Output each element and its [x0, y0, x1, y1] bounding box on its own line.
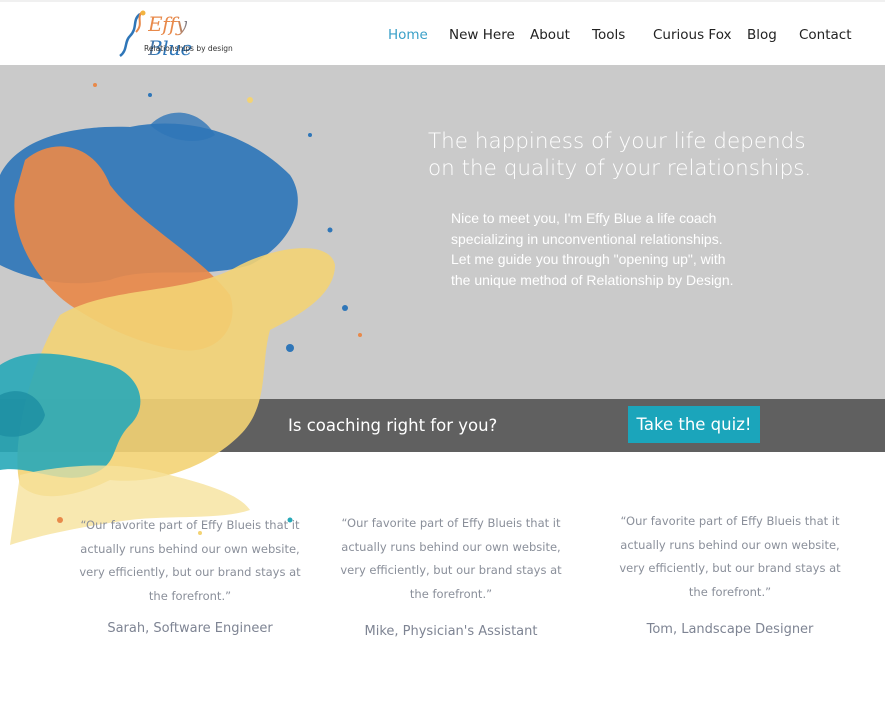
- quote-line: very efficiently, but our brand stays at: [79, 565, 301, 579]
- take-quiz-button[interactable]: Take the quiz!: [628, 406, 760, 443]
- headline-line: on the quality of your relationships.: [428, 156, 812, 181]
- site-header: Effy Blue Relationships by design Home N…: [0, 0, 885, 65]
- nav-home[interactable]: Home: [388, 27, 428, 43]
- quote-line: the forefront.”: [688, 584, 772, 599]
- watercolor-splash-image: [0, 83, 362, 545]
- nav-curious-fox[interactable]: Curious Fox: [653, 27, 732, 43]
- testimonial-author: Tom, Landscape Designer: [646, 622, 814, 637]
- nav-new-here[interactable]: New Here: [449, 27, 515, 43]
- intro-line: the unique method of Relationship by Des…: [451, 271, 734, 288]
- testimonial-card: “Our favorite part of Effy Blueis that i…: [75, 514, 305, 636]
- hero-intro: Nice to meet you, I'm Effy Blue a life c…: [451, 208, 761, 290]
- quote-line: “Our favorite part of Effy Blueis that i…: [80, 518, 300, 532]
- quote-line: the forefront.”: [409, 586, 493, 601]
- testimonial-quote: “Our favorite part of Effy Blueis that i…: [615, 510, 845, 604]
- intro-line: specializing in unconventional relations…: [451, 230, 723, 247]
- testimonial-author: Sarah, Software Engineer: [107, 621, 273, 636]
- quote-line: the forefront.”: [148, 588, 232, 603]
- testimonial-author: Mike, Physician's Assistant: [364, 624, 538, 639]
- testimonial-card: “Our favorite part of Effy Blueis that i…: [336, 512, 566, 639]
- main-nav: Home New Here About Tools Curious Fox Bl…: [0, 27, 885, 47]
- quote-line: “Our favorite part of Effy Blueis that i…: [341, 516, 561, 530]
- hero-headline: The happiness of your life depends on th…: [428, 128, 848, 182]
- quote-line: very efficiently, but our brand stays at: [619, 561, 841, 575]
- quote-line: actually runs behind our own website,: [341, 539, 561, 554]
- testimonial-quote: “Our favorite part of Effy Blueis that i…: [336, 512, 566, 606]
- quote-line: very efficiently, but our brand stays at: [340, 563, 562, 577]
- quote-line: actually runs behind our own website,: [80, 541, 300, 556]
- testimonial-card: “Our favorite part of Effy Blueis that i…: [615, 510, 845, 637]
- quote-line: actually runs behind our own website,: [620, 537, 840, 552]
- nav-about[interactable]: About: [530, 27, 570, 43]
- quote-line: “Our favorite part of Effy Blueis that i…: [620, 514, 840, 528]
- headline-line: The happiness of your life depends: [428, 129, 806, 154]
- intro-line: Let me guide you through "opening up", w…: [451, 251, 726, 267]
- cta-question: Is coaching right for you?: [288, 416, 498, 435]
- nav-tools[interactable]: Tools: [592, 27, 625, 43]
- testimonial-quote: “Our favorite part of Effy Blueis that i…: [75, 514, 305, 608]
- nav-contact[interactable]: Contact: [799, 27, 852, 43]
- intro-line: Nice to meet you, I'm Effy Blue a life c…: [451, 210, 717, 226]
- nav-blog[interactable]: Blog: [747, 27, 777, 43]
